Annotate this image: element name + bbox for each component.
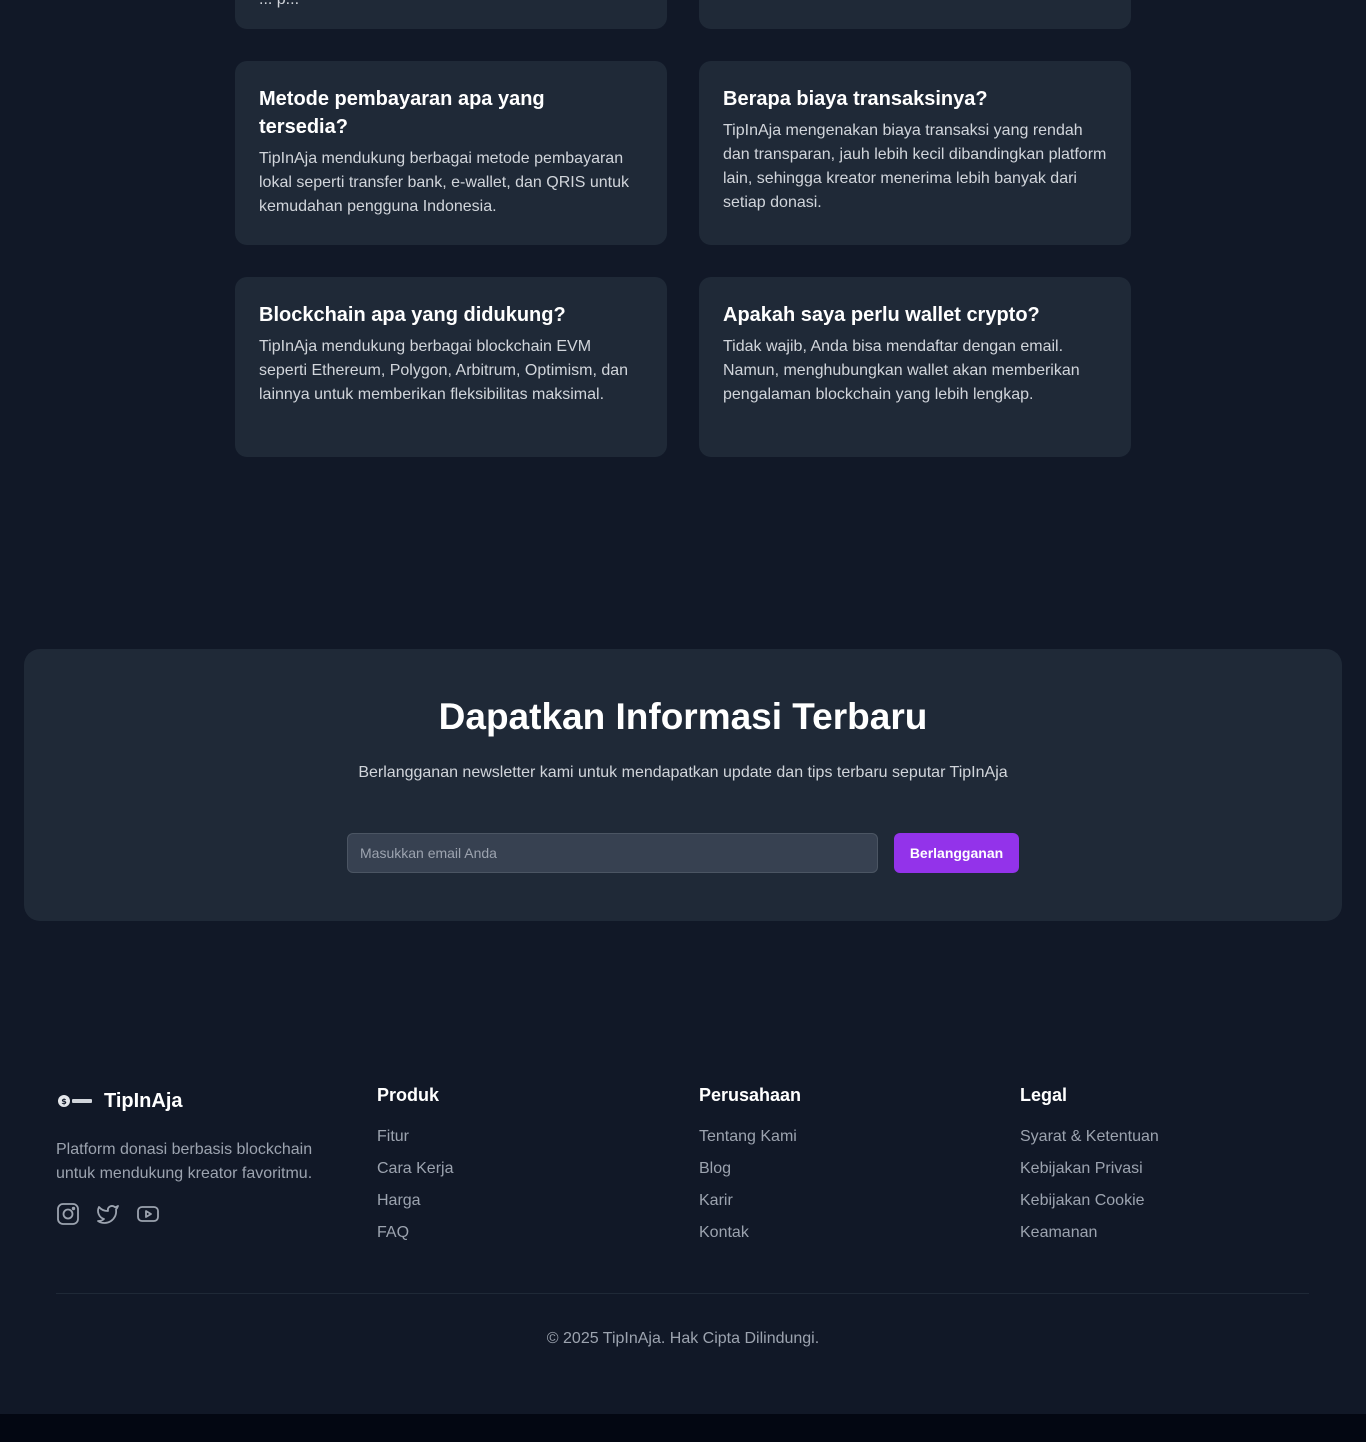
email-input[interactable] bbox=[347, 833, 878, 873]
faq-answer: TipInAja mengenakan biaya transaksi yang… bbox=[723, 122, 1107, 211]
footer-link-privasi[interactable]: Kebijakan Privasi bbox=[1020, 1157, 1159, 1181]
faq-question: Metode pembayaran apa yang tersedia? bbox=[259, 88, 545, 138]
footer-link-keamanan[interactable]: Keamanan bbox=[1020, 1221, 1159, 1245]
footer-column-produk: Produk Fitur Cara Kerja Harga FAQ bbox=[377, 1083, 453, 1253]
newsletter-description: Berlangganan newsletter kami untuk menda… bbox=[358, 764, 1008, 781]
newsletter-section: Dapatkan Informasi Terbaru Berlangganan … bbox=[24, 649, 1342, 921]
footer-column-title: Perusahaan bbox=[699, 1085, 802, 1105]
footer-brand: $ TipInAja Platform donasi berbasis bloc… bbox=[56, 1086, 346, 1226]
faq-question: Berapa biaya transaksinya? bbox=[723, 88, 988, 110]
footer-divider bbox=[56, 1293, 1309, 1294]
faq-card-partial-left: ... p... bbox=[235, 0, 667, 29]
footer-column-legal: Legal Syarat & Ketentuan Kebijakan Priva… bbox=[1020, 1083, 1159, 1253]
brand-description: Platform donasi berbasis blockchain untu… bbox=[56, 1141, 313, 1182]
faq-question: Blockchain apa yang didukung? bbox=[259, 304, 566, 326]
faq-answer: Tidak wajib, Anda bisa mendaftar dengan … bbox=[723, 338, 1080, 403]
footer-column-perusahaan: Perusahaan Tentang Kami Blog Karir Konta… bbox=[699, 1083, 801, 1253]
faq-question: Apakah saya perlu wallet crypto? bbox=[723, 304, 1040, 326]
footer-link-faq[interactable]: FAQ bbox=[377, 1221, 453, 1245]
faq-answer: TipInAja mendukung berbagai metode pemba… bbox=[259, 150, 629, 215]
faq-card-partial-right bbox=[699, 0, 1131, 29]
twitter-icon[interactable] bbox=[96, 1202, 120, 1226]
brand-name[interactable]: TipInAja bbox=[104, 1090, 183, 1113]
faq-card: Metode pembayaran apa yang tersedia? Tip… bbox=[235, 61, 667, 245]
copyright-text: © 2025 TipInAja. Hak Cipta Dilindungi. bbox=[546, 1330, 820, 1347]
footer-column-title: Produk bbox=[377, 1085, 440, 1105]
footer-link-harga[interactable]: Harga bbox=[377, 1189, 453, 1213]
footer-link-kontak[interactable]: Kontak bbox=[699, 1221, 801, 1245]
faq-partial-text: ... p... bbox=[259, 0, 299, 12]
footer-link-cara-kerja[interactable]: Cara Kerja bbox=[377, 1157, 453, 1181]
subscribe-button[interactable]: Berlangganan bbox=[894, 833, 1019, 873]
footer-link-tentang-kami[interactable]: Tentang Kami bbox=[699, 1125, 801, 1149]
footer-column-title: Legal bbox=[1020, 1085, 1068, 1105]
footer-link-karir[interactable]: Karir bbox=[699, 1189, 801, 1213]
bottom-strip bbox=[0, 1414, 1366, 1442]
footer-link-fitur[interactable]: Fitur bbox=[377, 1125, 453, 1149]
youtube-icon[interactable] bbox=[136, 1202, 160, 1226]
footer-link-syarat[interactable]: Syarat & Ketentuan bbox=[1020, 1125, 1159, 1149]
svg-text:$: $ bbox=[61, 1097, 67, 1106]
instagram-icon[interactable] bbox=[56, 1202, 80, 1226]
faq-card: Berapa biaya transaksinya? TipInAja meng… bbox=[699, 61, 1131, 245]
logo-icon[interactable]: $ bbox=[56, 1091, 94, 1111]
faq-card: Blockchain apa yang didukung? TipInAja m… bbox=[235, 277, 667, 457]
faq-card: Apakah saya perlu wallet crypto? Tidak w… bbox=[699, 277, 1131, 457]
newsletter-title: Dapatkan Informasi Terbaru bbox=[438, 696, 928, 737]
faq-answer: TipInAja mendukung berbagai blockchain E… bbox=[259, 338, 629, 403]
social-links bbox=[56, 1202, 346, 1226]
footer-link-cookie[interactable]: Kebijakan Cookie bbox=[1020, 1189, 1159, 1213]
footer-link-blog[interactable]: Blog bbox=[699, 1157, 801, 1181]
